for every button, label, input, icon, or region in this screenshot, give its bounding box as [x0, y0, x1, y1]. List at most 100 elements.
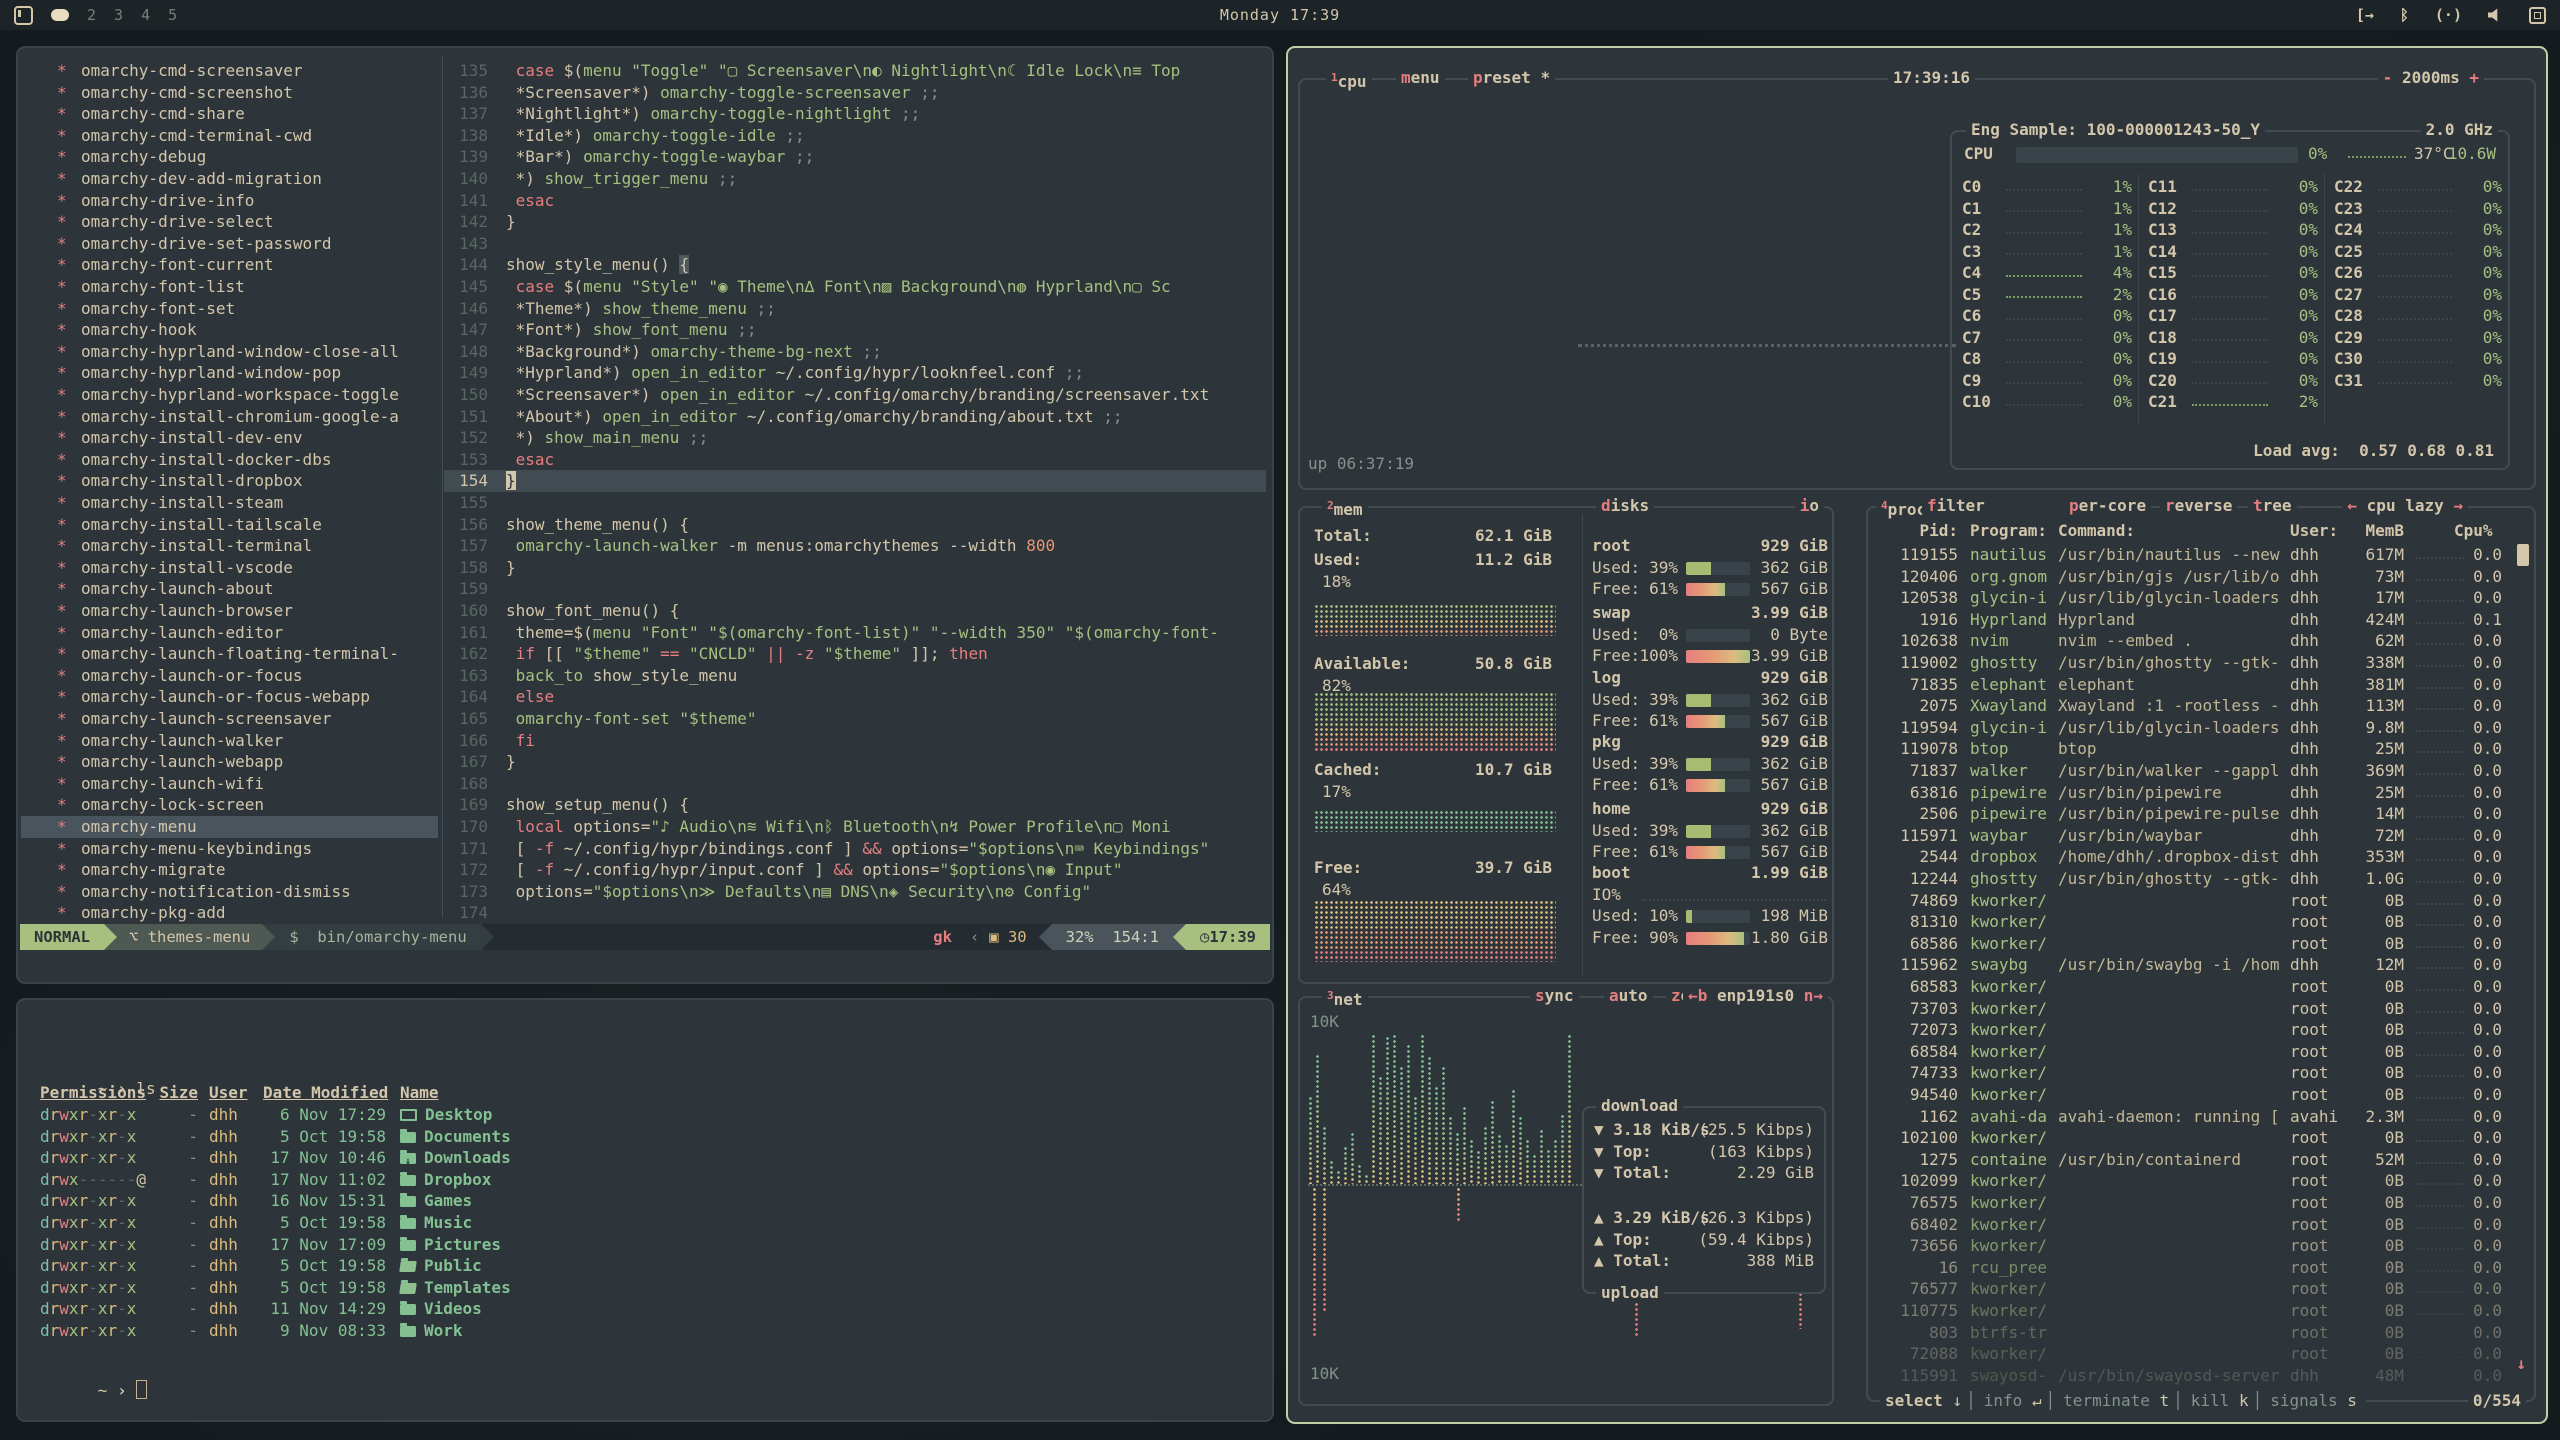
process-row[interactable]: 2075XwaylandXwayland :1 -rootless -dhh11… — [1878, 695, 2526, 717]
file-list-item[interactable]: *omarchy-install-tailscale — [21, 514, 438, 536]
proc-option-per-core[interactable]: per-core — [2064, 496, 2151, 516]
process-row[interactable]: 76575kworker/root0B0.0 — [1878, 1192, 2526, 1214]
code-line[interactable]: 157 omarchy-launch-walker -m menus:omarc… — [444, 535, 1266, 557]
file-list-item[interactable]: *omarchy-launch-or-focus — [21, 665, 438, 687]
process-row[interactable]: 120406org.gnom/usr/bin/gjs /usr/lib/odhh… — [1878, 566, 2526, 588]
file-list-item[interactable]: *omarchy-cmd-share — [21, 103, 438, 125]
col-command[interactable]: Command: — [2058, 520, 2284, 542]
process-row[interactable]: 120538glycin-i/usr/lib/glycin-loadersdhh… — [1878, 587, 2526, 609]
process-row[interactable]: 119078btopbtopdhh25M0.0 — [1878, 738, 2526, 760]
process-row[interactable]: 73656kworker/root0B0.0 — [1878, 1235, 2526, 1257]
file-list-item[interactable]: *omarchy-install-dropbox — [21, 470, 438, 492]
mem-tab[interactable]: 2mem — [1322, 496, 1368, 516]
process-row[interactable]: 71835elephantelephantdhh381M0.0 — [1878, 674, 2526, 696]
process-row[interactable]: 63816pipewire/usr/bin/pipewiredhh25M0.0 — [1878, 782, 2526, 804]
col-program[interactable]: Program: — [1970, 520, 2056, 542]
code-line[interactable]: 139 *Bar*) omarchy-toggle-waybar ;; — [444, 146, 1266, 168]
process-row[interactable]: 119002ghostty/usr/bin/ghostty --gtk-dhh3… — [1878, 652, 2526, 674]
proc-action-info[interactable]: info ↵│ — [1984, 1391, 2059, 1410]
process-row[interactable]: 102099kworker/root0B0.0 — [1878, 1170, 2526, 1192]
process-row[interactable]: 102638nvimnvim --embed .dhh62M0.0 — [1878, 630, 2526, 652]
file-list-item[interactable]: *omarchy-launch-walker — [21, 730, 438, 752]
proc-sort-selector[interactable]: ← cpu lazy → — [2342, 496, 2468, 516]
file-list-item[interactable]: *omarchy-install-chromium-google-a — [21, 406, 438, 428]
code-line[interactable]: 145 case $(menu "Style" "◉ Theme\n∆ Font… — [444, 276, 1266, 298]
file-list-item[interactable]: *omarchy-launch-editor — [21, 622, 438, 644]
code-line[interactable]: 169show_setup_menu() { — [444, 794, 1266, 816]
proc-scrollbar-thumb[interactable] — [2517, 544, 2529, 566]
process-row[interactable]: 2544dropbox/home/dhh/.dropbox-distdhh353… — [1878, 846, 2526, 868]
file-list-item[interactable]: *omarchy-drive-set-password — [21, 233, 438, 255]
process-row[interactable]: 12244ghostty/usr/bin/ghostty --gtk-dhh1.… — [1878, 868, 2526, 890]
file-list-item[interactable]: *omarchy-cmd-screenshot — [21, 82, 438, 104]
code-line[interactable]: 160show_font_menu() { — [444, 600, 1266, 622]
code-line[interactable]: 136 *Screensaver*) omarchy-toggle-screen… — [444, 82, 1266, 104]
process-row[interactable]: 110775kworker/root0B0.0 — [1878, 1300, 2526, 1322]
code-line[interactable]: 171 [ -f ~/.config/hypr/bindings.conf ] … — [444, 838, 1266, 860]
net-auto-toggle[interactable]: auto — [1604, 986, 1653, 1006]
process-row[interactable]: 119594glycin-i/usr/lib/glycin-loadersdhh… — [1878, 717, 2526, 739]
net-interface[interactable]: ←b enp191s0 n→ — [1683, 986, 1828, 1006]
code-line[interactable]: 168 — [444, 773, 1266, 795]
file-list-item[interactable]: *omarchy-pkg-add — [21, 902, 438, 924]
net-tab[interactable]: 3net — [1322, 986, 1368, 1006]
process-row[interactable]: 72073kworker/root0B0.0 — [1878, 1019, 2526, 1041]
code-line[interactable]: 166 fi — [444, 730, 1266, 752]
code-line[interactable]: 158} — [444, 557, 1266, 579]
file-list-item[interactable]: *omarchy-launch-wifi — [21, 773, 438, 795]
sort-prev[interactable]: ← — [2347, 496, 2366, 515]
code-line[interactable]: 150 *Screensaver*) open_in_editor ~/.con… — [444, 384, 1266, 406]
disks-tab[interactable]: disks — [1596, 496, 1654, 516]
interval-decrease[interactable]: - — [2383, 68, 2402, 87]
file-list-item[interactable]: *omarchy-migrate — [21, 859, 438, 881]
file-list-item[interactable]: *omarchy-launch-webapp — [21, 751, 438, 773]
code-line[interactable]: 146 *Theme*) show_theme_menu ;; — [444, 298, 1266, 320]
proc-action-select[interactable]: select ↓│ — [1885, 1391, 1980, 1410]
code-line[interactable]: 144show_style_menu() { — [444, 254, 1266, 276]
file-list-item[interactable]: *omarchy-install-vscode — [21, 557, 438, 579]
code-line[interactable]: 170 local options="♪ Audio\n≋ Wifi\nᛒ Bl… — [444, 816, 1266, 838]
process-row[interactable]: 16rcu_preeroot0B0.0 — [1878, 1257, 2526, 1279]
code-line[interactable]: 164 else — [444, 686, 1266, 708]
file-list-item[interactable]: *omarchy-font-set — [21, 298, 438, 320]
file-list-item[interactable]: *omarchy-notification-dismiss — [21, 881, 438, 903]
code-line[interactable]: 162 if [[ "$theme" == "CNCLD" || -z "$th… — [444, 643, 1266, 665]
code-line[interactable]: 152 *) show_main_menu ;; — [444, 427, 1266, 449]
process-row[interactable]: 1916HyprlandHyprlanddhh424M0.1 — [1878, 609, 2526, 631]
file-list-item[interactable]: *omarchy-drive-info — [21, 190, 438, 212]
io-tab[interactable]: io — [1795, 496, 1824, 516]
code-line[interactable]: 149 *Hyprland*) open_in_editor ~/.config… — [444, 362, 1266, 384]
file-list-item[interactable]: *omarchy-cmd-screensaver — [21, 60, 438, 82]
shell-prompt-line-2[interactable]: ~ › — [40, 1358, 1262, 1380]
process-row[interactable]: 115962swaybg/usr/bin/swaybg -i /homdhh12… — [1878, 954, 2526, 976]
menu-button[interactable]: menu — [1396, 68, 1445, 88]
process-row[interactable]: 102100kworker/root0B0.0 — [1878, 1127, 2526, 1149]
code-line[interactable]: 163 back_to show_style_menu — [444, 665, 1266, 687]
code-line[interactable]: 148 *Background*) omarchy-theme-bg-next … — [444, 341, 1266, 363]
code-line[interactable]: 153 esac — [444, 449, 1266, 471]
interval-increase[interactable]: + — [2460, 68, 2479, 87]
volume-icon[interactable] — [2488, 8, 2503, 22]
code-line[interactable]: 141 esac — [444, 190, 1266, 212]
process-row[interactable]: 94540kworker/root0B0.0 — [1878, 1084, 2526, 1106]
sort-next[interactable]: → — [2444, 496, 2463, 515]
bluetooth-icon[interactable]: ᛒ — [2400, 6, 2409, 24]
code-line[interactable]: 174 — [444, 902, 1266, 924]
code-line[interactable]: 142} — [444, 211, 1266, 233]
code-line[interactable]: 159 — [444, 578, 1266, 600]
process-row[interactable]: 68584kworker/root0B0.0 — [1878, 1041, 2526, 1063]
code-line[interactable]: 156show_theme_menu() { — [444, 514, 1266, 536]
iface-next[interactable]: n→ — [1794, 986, 1823, 1005]
process-row[interactable]: 74869kworker/root0B0.0 — [1878, 890, 2526, 912]
process-row[interactable]: 115991swayosd-/usr/bin/swayosd-serverdhh… — [1878, 1365, 2526, 1387]
process-row[interactable]: 1275containe/usr/bin/containerdroot52M0.… — [1878, 1149, 2526, 1171]
file-list-item[interactable]: *omarchy-install-dev-env — [21, 427, 438, 449]
file-list-item[interactable]: *omarchy-menu — [21, 816, 438, 838]
code-line[interactable]: 173 options="$options\n≫ Defaults\n▤ DNS… — [444, 881, 1266, 903]
code-line[interactable]: 143 — [444, 233, 1266, 255]
code-line[interactable]: 167} — [444, 751, 1266, 773]
process-row[interactable]: 72088kworker/root0B0.0 — [1878, 1343, 2526, 1365]
file-list-item[interactable]: *omarchy-hook — [21, 319, 438, 341]
process-row[interactable]: 1162avahi-daavahi-daemon: running [avahi… — [1878, 1106, 2526, 1128]
file-list-item[interactable]: *omarchy-hyprland-window-pop — [21, 362, 438, 384]
